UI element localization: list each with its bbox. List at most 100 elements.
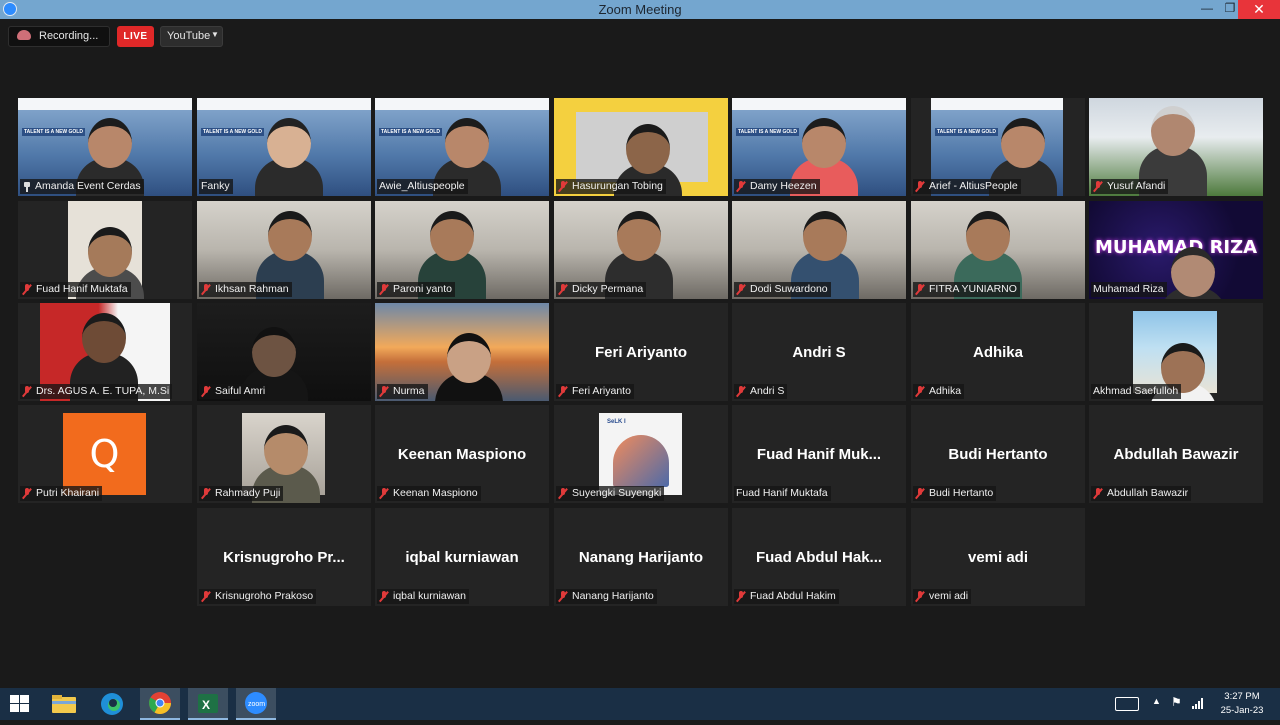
muted-mic-icon [736,591,746,602]
participant-tile[interactable]: Feri Ariyanto Feri Ariyanto [554,303,728,401]
participant-tile[interactable]: Andri S Andri S [732,303,906,401]
participant-nameplate: Muhamad Riza [1091,282,1167,297]
minimize-button[interactable]: — [1196,0,1218,19]
participant-nameplate: Hasurungan Tobing [556,179,666,194]
participant-name: vemi adi [929,590,969,602]
action-flag-icon[interactable]: ⚑ [1171,695,1182,709]
participant-tile[interactable]: Nurma [375,303,549,401]
participant-name: Muhamad Riza [1093,283,1164,295]
person-head [617,211,661,261]
participant-tile[interactable]: Keenan Maspiono Keenan Maspiono [375,405,549,503]
muted-mic-icon [1093,488,1103,499]
muted-mic-icon [379,386,389,397]
muted-mic-icon [22,488,32,499]
person-head [1001,118,1045,168]
svg-text:X: X [202,698,210,712]
participant-name: Abdullah Bawazir [1107,487,1189,499]
participant-name: Fuad Hanif Muktafa [36,283,128,295]
participant-name: Adhika [929,385,962,397]
participant-tile[interactable]: SeLK I Suyengki Suyengki [554,405,728,503]
muted-mic-icon [558,284,568,295]
excel-icon[interactable]: X [188,688,228,720]
muted-mic-icon [1093,181,1103,192]
person-head [626,124,670,174]
person-head [82,313,126,363]
keyboard-icon[interactable] [1115,697,1139,711]
participant-nameplate: Abdullah Bawazir [1091,486,1192,501]
participant-tile[interactable]: Saiful Amri [197,303,371,401]
participant-tile[interactable]: Paroni yanto [375,201,549,299]
participant-tile[interactable]: TALENT IS A NEW GOLD Awie_Altiuspeople [375,98,549,196]
close-button[interactable]: ✕ [1238,0,1280,19]
participant-name: FITRA YUNIARNO [929,283,1017,295]
participant-nameplate: Feri Ariyanto [556,384,634,399]
participant-name: Fuad Hanif Muktafa [736,487,828,499]
participant-tile[interactable]: Abdullah Bawazir Abdullah Bawazir [1089,405,1263,503]
participant-tile[interactable]: Drs. AGUS A. E. TUPA, M.Si [18,303,192,401]
muted-mic-icon [915,488,925,499]
chrome-browser-icon[interactable] [140,688,180,720]
stream-target-dropdown[interactable]: YouTube ▼ [160,26,223,47]
participant-nameplate: Fuad Hanif Muktafa [734,486,831,501]
participant-name: Amanda Event Cerdas [35,180,141,192]
participant-name: Paroni yanto [393,283,452,295]
participant-nameplate: Budi Hertanto [913,486,997,501]
participant-nameplate: Paroni yanto [377,282,455,297]
participant-tile[interactable]: Ikhsan Rahman [197,201,371,299]
participant-tile[interactable]: TALENT IS A NEW GOLD Damy Heezen [732,98,906,196]
participant-nameplate: Awie_Altiuspeople [377,179,468,194]
tray-overflow-chevron-icon[interactable]: ▲ [1152,696,1161,706]
banner-text: TALENT IS A NEW GOLD [201,128,264,136]
participant-name: Nanang Harijanto [572,590,654,602]
zoom-taskbar-icon[interactable]: zoom [236,688,276,720]
participant-tile[interactable]: Fuad Hanif Muktafa [18,201,192,299]
muted-mic-icon [201,284,211,295]
avatar: Q [63,413,146,495]
person-head [88,227,132,277]
participant-name: Yusuf Afandi [1107,180,1166,192]
window-title: Zoom Meeting [598,2,682,17]
participant-tile[interactable]: TALENT IS A NEW GOLD Amanda Event Cerdas [18,98,192,196]
participant-name: Fuad Abdul Hakim [750,590,836,602]
participant-tile[interactable]: Krisnugroho Pr... Krisnugroho Prakoso [197,508,371,606]
person-head [264,425,308,475]
banner-text: TALENT IS A NEW GOLD [935,128,998,136]
participant-tile[interactable]: Budi Hertanto Budi Hertanto [911,405,1085,503]
network-signal-icon[interactable] [1191,696,1205,715]
participant-tile[interactable]: FITRA YUNIARNO [911,201,1085,299]
muted-mic-icon [558,591,568,602]
windows-start-icon[interactable] [0,688,40,720]
live-badge[interactable]: LIVE [117,26,154,47]
muted-mic-icon [22,284,32,295]
participant-nameplate: Adhika [913,384,965,399]
participant-tile[interactable]: Dicky Permana [554,201,728,299]
participant-tile[interactable]: Dodi Suwardono [732,201,906,299]
chevron-down-icon: ▼ [211,30,219,39]
taskbar-clock-date[interactable]: 25-Jan-23 [1214,705,1270,716]
participant-tile[interactable]: TALENT IS A NEW GOLD Fanky [197,98,371,196]
participant-tile[interactable]: Akhmad Saefulloh [1089,303,1263,401]
participant-tile[interactable]: Yusuf Afandi [1089,98,1263,196]
participant-tile[interactable]: Hasurungan Tobing [554,98,728,196]
participant-tile[interactable]: MUHAMAD RIZA Muhamad Riza [1089,201,1263,299]
person-head [445,118,489,168]
participant-tile[interactable]: Adhika Adhika [911,303,1085,401]
participant-tile[interactable]: vemi adi vemi adi [911,508,1085,606]
participant-tile[interactable]: Fuad Abdul Hak... Fuad Abdul Hakim [732,508,906,606]
participant-tile[interactable]: Q Putri Khairani [18,405,192,503]
file-explorer-icon[interactable] [44,688,84,720]
participant-tile[interactable]: Rahmady Puji [197,405,371,503]
banner-text: TALENT IS A NEW GOLD [736,128,799,136]
recording-indicator[interactable]: Recording... [8,26,110,47]
participant-name: Suyengki Suyengki [572,487,662,499]
participant-tile[interactable]: TALENT IS A NEW GOLD Arief - AltiusPeople [911,98,1085,196]
participant-tile[interactable]: Nanang Harijanto Nanang Harijanto [554,508,728,606]
participant-tile[interactable]: iqbal kurniawan iqbal kurniawan [375,508,549,606]
participant-nameplate: Nurma [377,384,428,399]
participant-name: Ikhsan Rahman [215,283,289,295]
participant-name: Arief - AltiusPeople [929,180,1018,192]
edge-browser-icon[interactable] [92,688,132,720]
taskbar-clock-time[interactable]: 3:27 PM [1214,691,1270,702]
participant-name: Keenan Maspiono [393,487,478,499]
participant-tile[interactable]: Fuad Hanif Muk... Fuad Hanif Muktafa [732,405,906,503]
